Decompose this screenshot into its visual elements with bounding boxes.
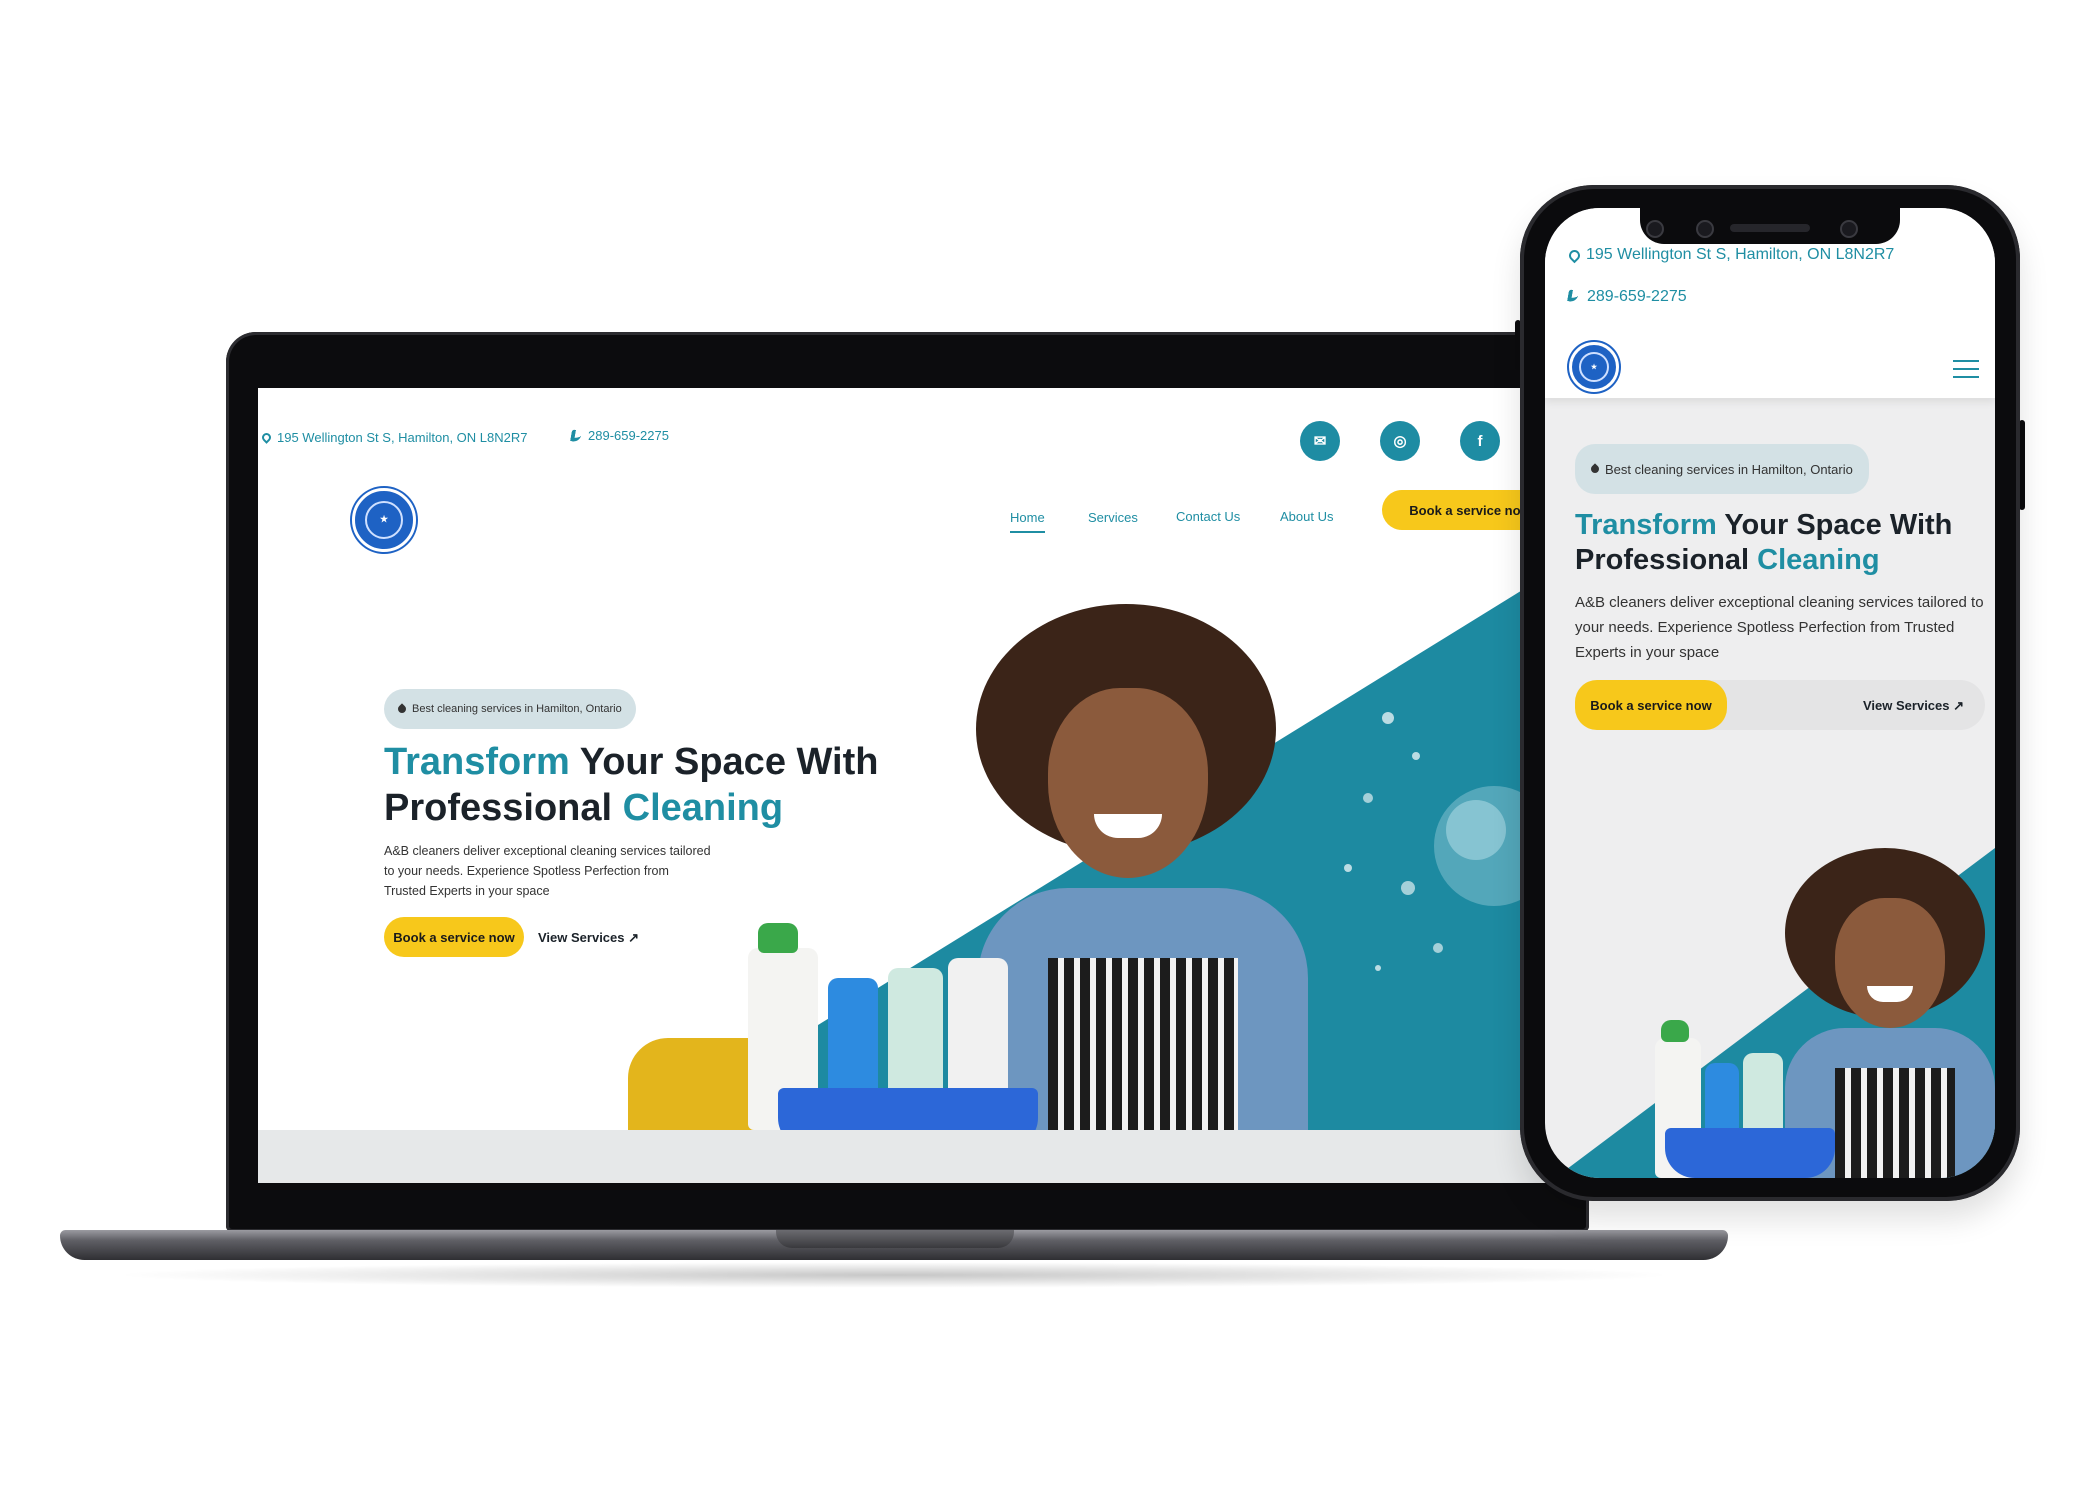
nav-contact-us[interactable]: Contact Us (1176, 509, 1240, 524)
facebook-icon: f (1477, 432, 1483, 450)
map-pin-icon (260, 431, 273, 444)
mobile-hero-badge: Best cleaning services in Hamilton, Onta… (1575, 444, 1869, 494)
mobile-site-logo[interactable]: ★ (1569, 342, 1619, 392)
mobile-hero-title: Transform Your Space With Professional C… (1575, 509, 1953, 576)
nav-home[interactable]: Home (1010, 510, 1045, 533)
person-apron (1048, 958, 1238, 1130)
speaker-grille (1730, 224, 1810, 232)
front-camera-icon (1646, 220, 1664, 238)
header-phone[interactable]: 289-659-2275 (570, 428, 669, 443)
phone-screen: 195 Wellington St S, Hamilton, ON L8N2R7… (1545, 208, 1995, 1178)
site-logo[interactable]: ★ (352, 488, 416, 552)
logo-emblem: ★ (1578, 351, 1610, 383)
hero-book-button[interactable]: Book a service now (384, 917, 524, 957)
hamburger-menu-icon[interactable] (1953, 360, 1979, 384)
logo-emblem: ★ (364, 500, 404, 540)
mobile-person-face (1835, 898, 1945, 1028)
nav-about-us[interactable]: About Us (1280, 509, 1333, 524)
hero-description: A&B cleaners deliver exceptional cleanin… (384, 844, 711, 898)
mobile-address: 195 Wellington St S, Hamilton, ON L8N2R7 (1566, 246, 1894, 264)
facebook-social-button[interactable]: f (1460, 421, 1500, 461)
site-header (258, 388, 1558, 568)
phone-icon (570, 430, 582, 442)
instagram-icon: ◎ (1393, 433, 1407, 450)
hero-badge: Best cleaning services in Hamilton, Onta… (384, 689, 636, 729)
laptop-opening-notch (776, 1230, 1014, 1248)
nav-services[interactable]: Services (1088, 510, 1138, 525)
email-icon: ✉ (1313, 433, 1327, 450)
green-cap (758, 923, 798, 953)
instagram-social-button[interactable]: ◎ (1380, 421, 1420, 461)
water-drop-icon (396, 703, 408, 715)
email-social-button[interactable]: ✉ (1300, 421, 1340, 461)
mobile-view-services-link[interactable]: View Services ↗ (1863, 698, 1964, 714)
hero-view-services-link[interactable]: View Services ↗ (538, 930, 639, 946)
mobile-hero-description: A&B cleaners deliver exceptional cleanin… (1575, 594, 1984, 661)
sensor-icon (1696, 220, 1714, 238)
mobile-book-button[interactable]: Book a service now (1575, 680, 1727, 730)
mobile-cleaning-bucket (1665, 1128, 1835, 1178)
laptop-screen: 195 Wellington St S, Hamilton, ON L8N2R7… (258, 388, 1558, 1183)
phone-notch (1640, 208, 1900, 244)
water-drop-icon (1589, 463, 1601, 475)
mobile-phone[interactable]: 289-659-2275 (1567, 288, 1687, 306)
mobile-person-apron (1835, 1068, 1955, 1178)
proximity-sensor-icon (1840, 220, 1858, 238)
laptop-shadow (110, 1262, 1678, 1288)
mobile-green-cap (1661, 1020, 1689, 1042)
device-mockup-canvas: { "contact": { "address": "195 Wellingto… (0, 0, 2100, 1500)
phone-icon (1567, 290, 1581, 304)
map-pin-icon (1566, 247, 1583, 263)
header-address: 195 Wellington St S, Hamilton, ON L8N2R7 (260, 430, 528, 445)
hero-title: Transform Your Space With Professional C… (384, 741, 879, 829)
person-face (1048, 688, 1208, 878)
screen-footer-band (258, 1130, 1558, 1183)
